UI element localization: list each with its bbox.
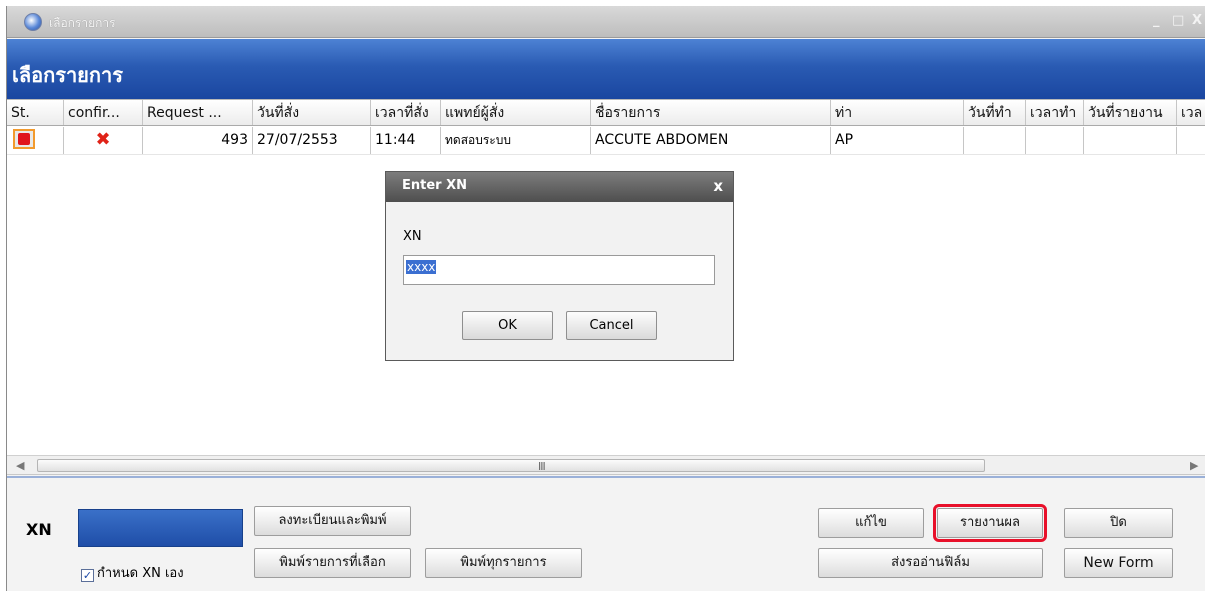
cancel-button[interactable]: Cancel <box>566 311 657 340</box>
page-header: เลือกรายการ <box>7 39 1205 99</box>
custom-xn-checkbox[interactable]: ✓ กำหนด XN เอง <box>81 562 184 583</box>
done-date-cell[interactable] <box>964 127 1026 154</box>
column-header[interactable]: confir... <box>64 100 143 125</box>
report-button[interactable]: รายงานผล <box>933 504 1047 542</box>
report-date-cell[interactable] <box>1084 127 1177 154</box>
request-cell[interactable]: 493 <box>143 127 253 154</box>
confirm-cell[interactable]: ✖ <box>64 127 143 154</box>
report-time-cell[interactable] <box>1177 127 1205 154</box>
dialog-title: Enter XN <box>402 178 468 193</box>
app-icon <box>24 13 42 31</box>
scroll-thumb[interactable]: III <box>37 459 985 473</box>
item-name-cell[interactable]: ACCUTE ABDOMEN <box>591 127 831 154</box>
new-form-button[interactable]: New Form <box>1064 548 1173 578</box>
order-time-cell[interactable]: 11:44 <box>371 127 441 154</box>
scroll-right-icon[interactable]: ▶ <box>1190 459 1198 472</box>
status-icon <box>13 129 35 149</box>
status-cell[interactable] <box>7 127 64 154</box>
scroll-left-icon[interactable]: ◀ <box>16 459 24 472</box>
doctor-cell[interactable]: ทดสอบระบบ <box>441 127 591 154</box>
dialog-xn-label: XN <box>403 229 422 244</box>
print-all-button[interactable]: พิมพ์ทุกรายการ <box>425 548 582 578</box>
action-footer: XN ✓ กำหนด XN เอง ลงทะเบียนและพิมพ์ พิมพ์… <box>7 476 1205 591</box>
enter-xn-dialog: Enter XN x XN xxxx OK Cancel <box>385 171 734 361</box>
title-bar: เลือกรายการ _ □ X <box>7 6 1205 38</box>
ok-button[interactable]: OK <box>462 311 553 340</box>
column-header[interactable]: วันที่ทำ <box>964 100 1026 125</box>
close-window-button[interactable]: X <box>1192 13 1202 28</box>
column-header[interactable]: วันที่รายงาน <box>1084 100 1177 125</box>
dialog-close-icon[interactable]: x <box>713 177 723 195</box>
xn-label: XN <box>26 520 52 539</box>
column-header[interactable]: เวลาที่สั่ง <box>371 100 441 125</box>
dialog-title-bar: Enter XN x <box>386 172 733 202</box>
minimize-button[interactable]: _ <box>1153 13 1160 28</box>
column-header[interactable]: เวลาทำ <box>1026 100 1084 125</box>
custom-xn-label: กำหนด XN เอง <box>97 566 184 581</box>
column-header[interactable]: Request ... <box>143 100 253 125</box>
done-time-cell[interactable] <box>1026 127 1084 154</box>
xn-input-value: xxxx <box>406 260 437 274</box>
table-row[interactable]: ✖ 493 27/07/2553 11:44 ทดสอบระบบ ACCUTE … <box>7 127 1205 155</box>
window-title: เลือกรายการ <box>49 16 116 30</box>
scroll-grip: III <box>538 460 546 473</box>
edit-button[interactable]: แก้ไข <box>818 508 924 538</box>
pose-cell[interactable]: AP <box>831 127 964 154</box>
xn-input[interactable]: xxxx <box>403 255 715 285</box>
close-button[interactable]: ปิด <box>1064 508 1173 538</box>
page-title: เลือกรายการ <box>12 63 123 87</box>
order-date-cell[interactable]: 27/07/2553 <box>253 127 371 154</box>
column-header[interactable]: ท่า <box>831 100 964 125</box>
horizontal-scrollbar[interactable]: ◀ III ▶ <box>7 455 1205 475</box>
column-header[interactable]: วันที่สั่ง <box>253 100 371 125</box>
print-selected-button[interactable]: พิมพ์รายการที่เลือก <box>254 548 411 578</box>
column-header[interactable]: St. <box>7 100 64 125</box>
register-print-button[interactable]: ลงทะเบียนและพิมพ์ <box>254 506 411 536</box>
checkbox-checked-icon[interactable]: ✓ <box>81 569 94 582</box>
maximize-button[interactable]: □ <box>1172 13 1184 28</box>
column-header[interactable]: แพทย์ผู้สั่ง <box>441 100 591 125</box>
column-header[interactable]: ชื่อรายการ <box>591 100 831 125</box>
grid-header-row: St. confir... Request ... วันที่สั่ง เวลาที่… <box>7 100 1205 126</box>
column-header[interactable]: เวล <box>1177 100 1205 125</box>
not-confirmed-icon: ✖ <box>95 129 111 150</box>
send-film-button[interactable]: ส่งรออ่านฟิล์ม <box>818 548 1043 578</box>
xn-field[interactable] <box>78 509 243 547</box>
